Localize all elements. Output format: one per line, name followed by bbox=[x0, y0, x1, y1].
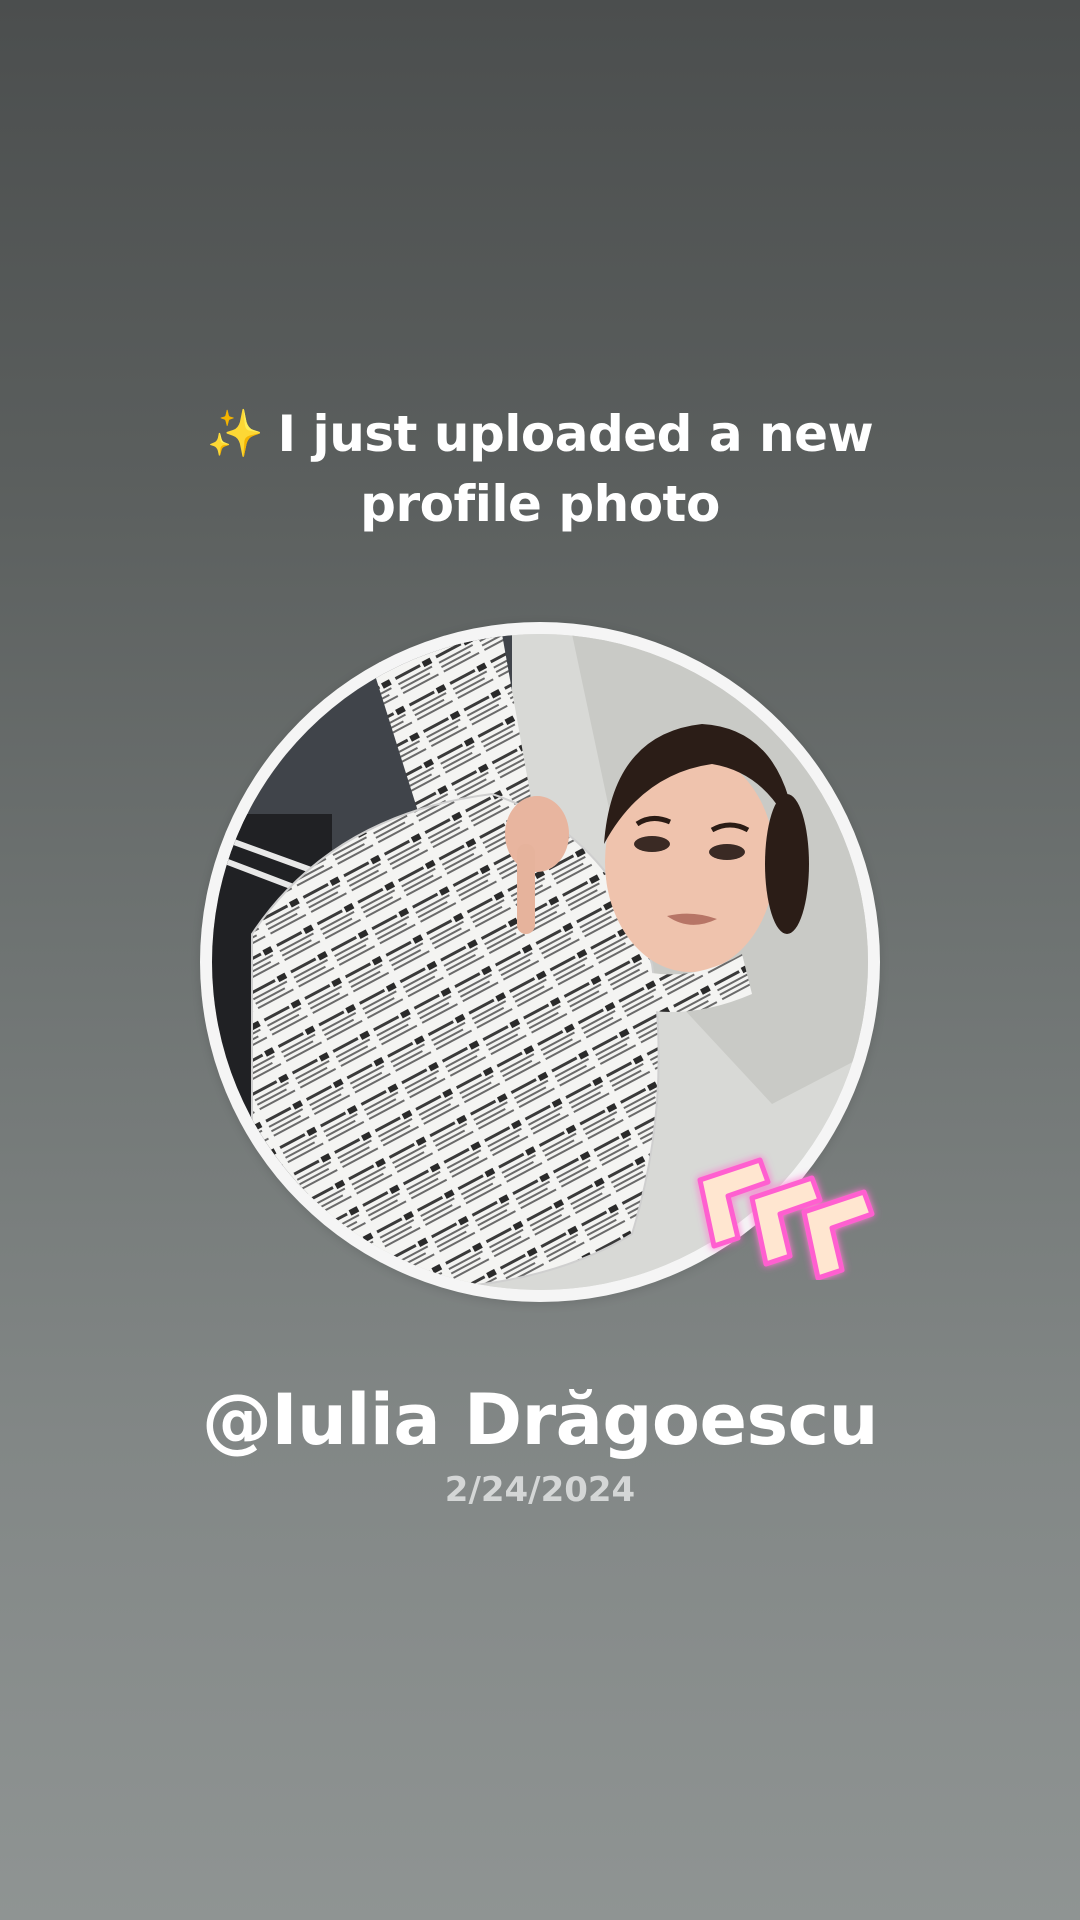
sparkle-icon: ✨ bbox=[206, 406, 264, 460]
story-headline: ✨ I just uploaded a new profile photo bbox=[140, 398, 940, 539]
profile-photo-story: ✨ I just uploaded a new profile photo @I… bbox=[0, 0, 1080, 1920]
headline-text: I just uploaded a new profile photo bbox=[277, 405, 874, 533]
post-date: 2/24/2024 bbox=[444, 1470, 636, 1510]
neon-chevron-badge-icon bbox=[697, 1157, 875, 1280]
username[interactable]: @Iulia Drăgoescu bbox=[100, 1376, 980, 1464]
